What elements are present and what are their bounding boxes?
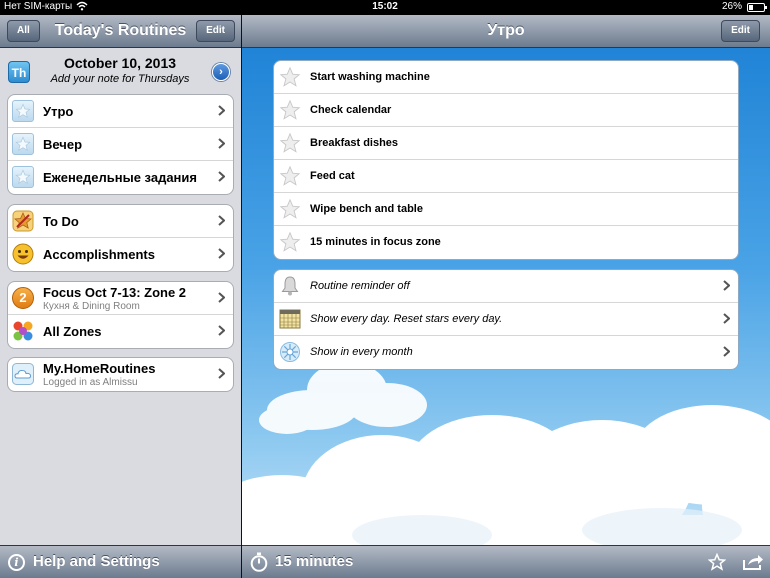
focus-zone-item[interactable]: 2 Focus Oct 7-13: Zone 2 Кухня & Dining …	[8, 282, 233, 315]
zones-grid-icon	[12, 320, 34, 342]
clock: 15:02	[372, 1, 398, 12]
task-item[interactable]: Check calendar	[274, 94, 738, 127]
star-icon	[12, 100, 34, 122]
chevron-right-icon	[218, 138, 225, 149]
right-panel: Утро Edit Start washing machine Check ca…	[242, 15, 770, 578]
chevron-right-icon	[723, 346, 730, 357]
thursday-icon: Th	[8, 61, 30, 83]
task-item[interactable]: Breakfast dishes	[274, 127, 738, 160]
star-outline-icon[interactable]	[279, 165, 301, 187]
routine-title: Утро	[487, 22, 525, 39]
routine-item[interactable]: Еженедельные задания	[8, 161, 233, 194]
schedule-label: Show every day. Reset stars every day.	[310, 313, 503, 325]
month-label: Show in every month	[310, 346, 413, 358]
day-note: Add your note for Thursdays	[50, 73, 190, 85]
chevron-right-icon	[218, 325, 225, 336]
help-settings-button[interactable]: Help and Settings	[33, 553, 160, 570]
date-note[interactable]: Th October 10, 2013 Add your note for Th…	[0, 55, 241, 95]
accomplishments-item[interactable]: Accomplishments	[8, 238, 233, 271]
all-zones-label: All Zones	[43, 324, 102, 339]
chevron-right-icon	[218, 368, 225, 379]
schedule-option[interactable]: Show every day. Reset stars every day.	[274, 303, 738, 336]
star-outline-icon[interactable]	[279, 99, 301, 121]
chevron-right-icon	[218, 292, 225, 303]
todo-star-icon	[12, 210, 34, 232]
month-icon	[280, 342, 300, 362]
task-item[interactable]: Wipe bench and table	[274, 193, 738, 226]
left-panel: All Today's Routines Edit Th October 10,…	[0, 15, 241, 578]
star-outline-icon[interactable]	[279, 231, 301, 253]
task-label: 15 minutes in focus zone	[310, 236, 441, 248]
zones-group: 2 Focus Oct 7-13: Zone 2 Кухня & Dining …	[7, 281, 234, 349]
star-outline-icon[interactable]	[279, 198, 301, 220]
cloud-icon	[12, 363, 34, 385]
star-outline-icon[interactable]	[708, 553, 726, 571]
focus-zone-subtitle: Кухня & Dining Room	[43, 301, 140, 312]
task-item[interactable]: Feed cat	[274, 160, 738, 193]
current-date: October 10, 2013	[63, 55, 177, 71]
stopwatch-icon[interactable]	[250, 552, 268, 572]
left-navbar: All Today's Routines Edit	[0, 15, 241, 48]
status-bar: Нет SIM-карты 15:02 26%	[0, 0, 770, 15]
todo-label: To Do	[43, 214, 79, 229]
star-icon	[12, 133, 34, 155]
left-edit-button[interactable]: Edit	[196, 20, 235, 42]
calendar-icon	[279, 309, 301, 329]
routine-item[interactable]: Вечер	[8, 128, 233, 161]
routine-item[interactable]: Утро	[8, 95, 233, 128]
bell-icon	[281, 276, 299, 296]
routine-label: Еженедельные задания	[43, 170, 197, 185]
chevron-right-icon	[218, 171, 225, 182]
right-toolbar: 15 minutes	[242, 545, 770, 578]
task-label: Check calendar	[310, 104, 392, 116]
info-icon[interactable]: i	[8, 554, 25, 571]
account-item[interactable]: My.HomeRoutines Logged in as Almissu	[8, 358, 233, 391]
chevron-right-icon	[723, 280, 730, 291]
task-label: Breakfast dishes	[310, 137, 399, 149]
accomplishments-label: Accomplishments	[43, 247, 155, 262]
account-subtitle: Logged in as Almissu	[43, 377, 138, 388]
task-label: Feed cat	[310, 170, 355, 182]
task-item[interactable]: 15 minutes in focus zone	[274, 226, 738, 259]
timer-button[interactable]: 15 minutes	[275, 553, 353, 570]
battery-percent: 26%	[721, 1, 742, 12]
battery-icon	[747, 3, 767, 12]
reminder-label: Routine reminder off	[310, 280, 410, 292]
routine-label: Вечер	[43, 137, 83, 152]
star-outline-icon[interactable]	[279, 66, 301, 88]
task-item[interactable]: Start washing machine	[274, 61, 738, 94]
star-icon	[12, 166, 34, 188]
zone-number-icon: 2	[12, 287, 34, 309]
left-toolbar: i Help and Settings	[0, 545, 241, 578]
chevron-right-icon	[218, 215, 225, 226]
account-label: My.HomeRoutines	[43, 361, 156, 376]
reminder-option[interactable]: Routine reminder off	[274, 270, 738, 303]
smiley-icon	[12, 243, 34, 265]
options-group: Routine reminder off Show every day. Res…	[273, 269, 739, 370]
task-label: Wipe bench and table	[310, 203, 423, 215]
tasks-group: Start washing machine Check calendar Bre…	[273, 60, 739, 260]
routines-group: Утро Вечер Еженедельные задания	[7, 94, 234, 195]
right-edit-button[interactable]: Edit	[721, 20, 760, 42]
todo-item[interactable]: To Do	[8, 205, 233, 238]
right-navbar: Утро Edit	[242, 15, 770, 48]
focus-zone-label: Focus Oct 7-13: Zone 2	[43, 285, 187, 300]
detail-disclosure-icon[interactable]: ›	[212, 63, 230, 81]
chevron-right-icon	[218, 105, 225, 116]
chevron-right-icon	[218, 248, 225, 259]
task-label: Start washing machine	[310, 71, 430, 83]
routine-label: Утро	[43, 104, 74, 119]
share-icon[interactable]	[742, 554, 764, 570]
lists-group: To Do Accomplishments	[7, 204, 234, 272]
all-zones-item[interactable]: All Zones	[8, 315, 233, 348]
month-option[interactable]: Show in every month	[274, 336, 738, 369]
account-group: My.HomeRoutines Logged in as Almissu	[7, 357, 234, 392]
star-outline-icon[interactable]	[279, 132, 301, 154]
chevron-right-icon	[723, 313, 730, 324]
